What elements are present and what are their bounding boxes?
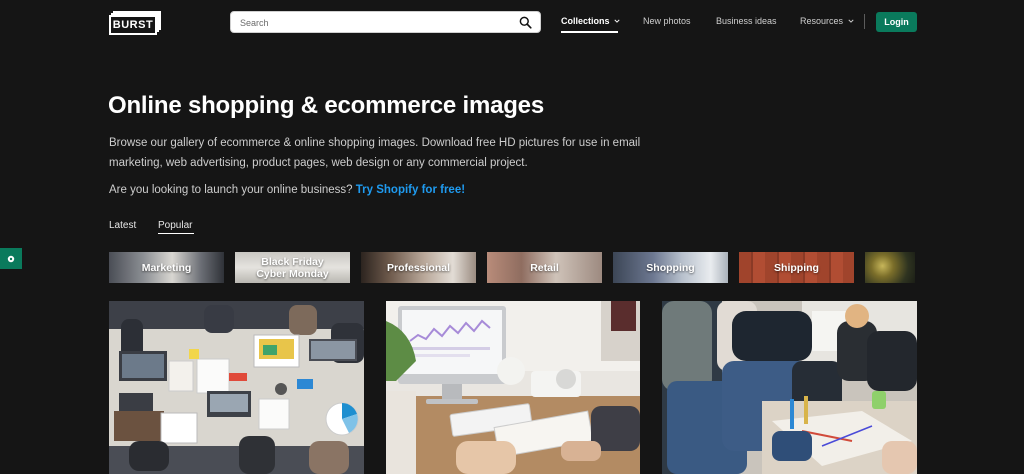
nav-resources[interactable]: Resources — [800, 16, 854, 26]
photo-group-drawing[interactable] — [662, 301, 917, 474]
nav-new-photos[interactable]: New photos — [643, 16, 691, 26]
logo-text: BURST — [109, 15, 157, 35]
shopify-cta: Are you looking to launch your online bu… — [109, 184, 465, 196]
burst-logo[interactable]: BURST — [109, 11, 162, 35]
nav-resources-label: Resources — [800, 16, 844, 26]
search-input[interactable] — [238, 12, 512, 34]
category-label: Marketing — [141, 261, 192, 274]
page-description: Browse our gallery of ecommerce & online… — [109, 137, 641, 169]
try-shopify-link[interactable]: Try Shopify for free! — [356, 184, 465, 196]
feedback-tab[interactable] — [0, 248, 22, 269]
search-bar[interactable] — [230, 11, 541, 34]
photo-team-meeting-image — [109, 301, 364, 474]
page: BURST Collections New photos Business id… — [0, 0, 1024, 474]
category-shipping[interactable]: Shipping — [739, 252, 854, 283]
category-shopping[interactable]: Shopping — [613, 252, 728, 283]
category-retail[interactable]: Retail — [487, 252, 602, 283]
category-label: Black Friday Cyber Monday — [256, 255, 329, 280]
nav-collections[interactable]: Collections — [561, 16, 620, 26]
photo-group-drawing-image — [662, 301, 917, 474]
chevron-down-icon — [614, 19, 620, 23]
cta-text: Are you looking to launch your online bu… — [109, 184, 353, 196]
nav-active-underline — [561, 31, 618, 33]
category-professional[interactable]: Professional — [361, 252, 476, 283]
login-button[interactable]: Login — [876, 12, 917, 32]
category-next[interactable] — [865, 252, 915, 283]
tab-latest[interactable]: Latest — [109, 220, 136, 231]
photo-imac-desk[interactable] — [386, 301, 640, 474]
feedback-icon — [7, 255, 15, 262]
category-label: Professional — [386, 261, 451, 274]
category-black-friday[interactable]: Black Friday Cyber Monday — [235, 252, 350, 283]
category-label: Retail — [530, 261, 559, 274]
nav-divider — [864, 14, 865, 29]
category-label: Shipping — [774, 261, 819, 274]
nav-business-ideas[interactable]: Business ideas — [716, 16, 777, 26]
photo-team-meeting[interactable] — [109, 301, 364, 474]
category-label: Shopping — [646, 261, 695, 274]
chevron-down-icon — [847, 19, 854, 23]
photo-imac-desk-image — [386, 301, 640, 474]
tab-popular[interactable]: Popular — [158, 220, 192, 231]
tab-active-underline — [158, 233, 194, 234]
nav-collections-label: Collections — [561, 16, 610, 26]
search-icon[interactable] — [519, 16, 532, 29]
category-marketing[interactable]: Marketing — [109, 252, 224, 283]
page-title: Online shopping & ecommerce images — [108, 92, 544, 119]
